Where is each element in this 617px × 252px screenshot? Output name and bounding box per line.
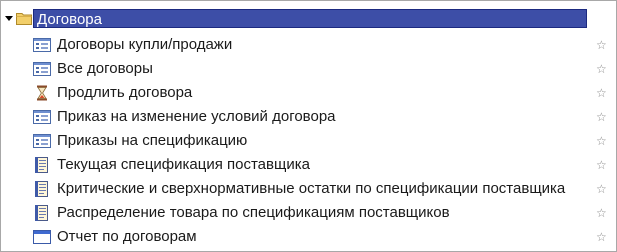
report-icon <box>35 157 48 173</box>
favorite-star-icon[interactable]: ☆ <box>596 205 607 221</box>
tree-panel: Договора Договоры купли/продажи ☆ Все до… <box>0 0 617 252</box>
tree-item-label[interactable]: Приказ на изменение условий договора <box>57 108 336 126</box>
favorite-star-icon[interactable]: ☆ <box>596 229 607 245</box>
tree-item-label[interactable]: Приказы на спецификацию <box>57 132 247 150</box>
tree-root-label[interactable]: Договора <box>33 9 587 28</box>
list-form-icon <box>33 110 51 124</box>
favorite-star-icon[interactable]: ☆ <box>596 181 607 197</box>
expand-arrow-icon[interactable] <box>5 16 13 21</box>
tree-root-row[interactable]: Договора <box>1 7 616 31</box>
tree-item-sales-contracts[interactable]: Договоры купли/продажи ☆ <box>1 33 616 57</box>
tree-item-label[interactable]: Критические и сверхнормативные остатки п… <box>57 180 565 198</box>
tree-item-all-contracts[interactable]: Все договоры ☆ <box>1 57 616 81</box>
favorite-star-icon[interactable]: ☆ <box>596 85 607 101</box>
favorite-star-icon[interactable]: ☆ <box>596 109 607 125</box>
report-icon <box>35 181 48 197</box>
favorite-star-icon[interactable]: ☆ <box>596 37 607 53</box>
list-form-icon <box>33 134 51 148</box>
tree-item-extend-contracts[interactable]: Продлить договора ☆ <box>1 81 616 105</box>
favorite-star-icon[interactable]: ☆ <box>596 133 607 149</box>
tree-item-change-order[interactable]: Приказ на изменение условий договора ☆ <box>1 105 616 129</box>
folder-icon <box>16 13 32 25</box>
window-icon <box>33 230 51 244</box>
tree-item-label[interactable]: Отчет по договорам <box>57 228 197 246</box>
tree-item-label[interactable]: Договоры купли/продажи <box>57 36 232 54</box>
tree-item-label[interactable]: Продлить договора <box>57 84 192 102</box>
report-icon <box>35 205 48 221</box>
list-form-icon <box>33 62 51 76</box>
favorite-star-icon[interactable]: ☆ <box>596 61 607 77</box>
tree-item-label[interactable]: Распределение товара по спецификациям по… <box>57 204 450 222</box>
tree-item-current-spec[interactable]: Текущая спецификация поставщика ☆ <box>1 153 616 177</box>
tree-item-critical-stock[interactable]: Критические и сверхнормативные остатки п… <box>1 177 616 201</box>
hourglass-icon <box>37 85 47 101</box>
favorite-star-icon[interactable]: ☆ <box>596 157 607 173</box>
tree-item-label[interactable]: Все договоры <box>57 60 153 78</box>
tree-item-label[interactable]: Текущая спецификация поставщика <box>57 156 310 174</box>
tree-item-spec-orders[interactable]: Приказы на спецификацию ☆ <box>1 129 616 153</box>
tree-item-goods-distribution[interactable]: Распределение товара по спецификациям по… <box>1 201 616 225</box>
list-form-icon <box>33 38 51 52</box>
tree-item-contracts-report[interactable]: Отчет по договорам ☆ <box>1 225 616 249</box>
